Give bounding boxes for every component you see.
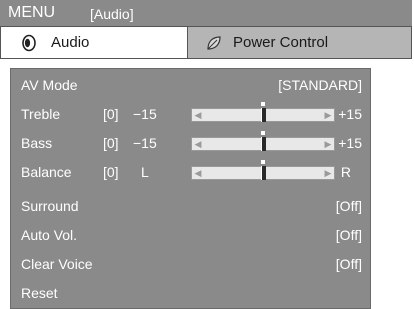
audio-speaker-icon — [20, 34, 38, 52]
surround-row[interactable]: Surround [Off] — [11, 192, 370, 221]
treble-label: Treble — [21, 106, 61, 122]
treble-row[interactable]: Treble [0] −15 ◀ ▶ +15 — [11, 100, 370, 129]
bass-value: [0] — [103, 135, 119, 151]
reset-row[interactable]: Reset — [11, 279, 370, 308]
tab-audio[interactable]: Audio — [0, 26, 187, 59]
clear-voice-value: [Off] — [335, 256, 362, 272]
surround-label: Surround — [21, 198, 79, 214]
bass-slider-knob[interactable] — [261, 131, 266, 151]
slider-right-arrow-icon: ▶ — [324, 139, 332, 149]
tab-power-control[interactable]: Power Control — [187, 26, 412, 59]
leaf-icon — [205, 34, 223, 52]
menu-section-title: [Audio] — [90, 6, 134, 22]
treble-max-label: +15 — [338, 106, 362, 122]
surround-value: [Off] — [335, 198, 362, 214]
balance-label: Balance — [21, 164, 72, 180]
treble-slider[interactable]: ◀ ▶ — [191, 102, 335, 122]
av-mode-label: AV Mode — [21, 77, 78, 93]
slider-left-arrow-icon: ◀ — [194, 139, 202, 149]
menu-title-bar: MENU [Audio] — [0, 0, 412, 26]
balance-min-label: L — [141, 164, 149, 180]
balance-value: [0] — [103, 164, 119, 180]
audio-settings-panel: AV Mode [STANDARD] Treble [0] −15 ◀ ▶ +1… — [10, 68, 371, 309]
bass-row[interactable]: Bass [0] −15 ◀ ▶ +15 — [11, 129, 370, 158]
clear-voice-row[interactable]: Clear Voice [Off] — [11, 250, 370, 279]
balance-slider-knob[interactable] — [261, 160, 266, 180]
slider-left-arrow-icon: ◀ — [194, 110, 202, 120]
slider-left-arrow-icon: ◀ — [194, 168, 202, 178]
treble-slider-knob[interactable] — [261, 102, 266, 122]
auto-vol-value: [Off] — [335, 227, 362, 243]
slider-right-arrow-icon: ▶ — [324, 168, 332, 178]
tab-power-control-label: Power Control — [233, 34, 329, 51]
bass-label: Bass — [21, 135, 53, 151]
bass-max-label: +15 — [338, 135, 362, 151]
treble-min-label: −15 — [133, 106, 157, 122]
balance-row[interactable]: Balance [0] L ◀ ▶ R — [11, 158, 370, 187]
menu-title: MENU — [8, 4, 56, 21]
balance-slider[interactable]: ◀ ▶ — [191, 160, 335, 180]
slider-right-arrow-icon: ▶ — [324, 110, 332, 120]
auto-vol-row[interactable]: Auto Vol. [Off] — [11, 221, 370, 250]
bass-slider[interactable]: ◀ ▶ — [191, 131, 335, 151]
tab-bar: Audio Power Control — [0, 26, 412, 59]
reset-label: Reset — [21, 285, 58, 301]
treble-value: [0] — [103, 106, 119, 122]
auto-vol-label: Auto Vol. — [21, 227, 78, 243]
bass-min-label: −15 — [133, 135, 157, 151]
av-mode-value: [STANDARD] — [278, 77, 362, 93]
tab-audio-label: Audio — [51, 34, 90, 51]
clear-voice-label: Clear Voice — [21, 256, 93, 272]
av-mode-row[interactable]: AV Mode [STANDARD] — [11, 71, 370, 100]
balance-max-label: R — [340, 164, 351, 180]
